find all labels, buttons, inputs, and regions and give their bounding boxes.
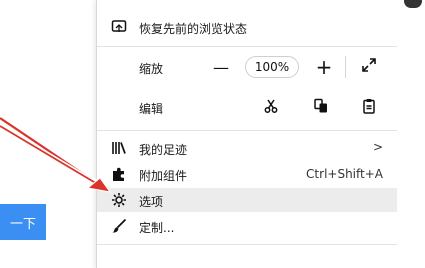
- app-menu-panel: 恢复先前的浏览状态 缩放 — 100% + 编辑 我的足迹 > 附加组件 Ctr…: [96, 0, 397, 268]
- copy-icon: [313, 98, 329, 118]
- menu-separator: [97, 244, 397, 245]
- library-label: 我的足迹: [139, 143, 188, 157]
- fullscreen-button[interactable]: [357, 55, 381, 79]
- zoom-label: 缩放: [139, 62, 164, 76]
- addons-label: 附加组件: [139, 169, 188, 183]
- restore-session-label: 恢复先前的浏览状态: [139, 22, 248, 36]
- menu-separator: [97, 130, 397, 131]
- submenu-chevron-icon: >: [372, 140, 383, 154]
- search-button-label: 一下: [9, 216, 36, 232]
- gear-icon: [111, 192, 127, 208]
- zoom-divider: [345, 56, 346, 78]
- fullscreen-icon: [361, 57, 377, 77]
- edit-label: 编辑: [139, 102, 164, 116]
- paintbrush-icon: [111, 218, 127, 234]
- cut-button[interactable]: [259, 96, 283, 120]
- puzzle-piece-icon: [111, 166, 127, 182]
- options-label: 选项: [139, 195, 164, 209]
- clipboard-icon: [361, 98, 377, 118]
- edit-row: 编辑: [97, 92, 397, 124]
- menu-separator: [97, 46, 397, 47]
- scissors-icon: [263, 98, 279, 118]
- menu-item-addons[interactable]: 附加组件 Ctrl+Shift+A: [97, 162, 397, 186]
- account-badge-icon[interactable]: [404, 0, 422, 8]
- library-icon: [111, 140, 127, 156]
- zoom-reset-button[interactable]: 100%: [245, 56, 299, 78]
- menu-item-customize[interactable]: 定制...: [97, 214, 397, 238]
- zoom-out-icon: —: [213, 57, 229, 77]
- zoom-out-button[interactable]: —: [209, 55, 233, 79]
- search-button[interactable]: 一下: [0, 204, 46, 240]
- customize-label: 定制...: [139, 221, 175, 235]
- zoom-in-button[interactable]: +: [312, 55, 336, 79]
- copy-button[interactable]: [309, 96, 333, 120]
- restore-session-item[interactable]: 恢复先前的浏览状态: [97, 14, 397, 40]
- menu-item-options[interactable]: 选项: [97, 188, 397, 212]
- addons-shortcut: Ctrl+Shift+A: [306, 167, 383, 181]
- zoom-value: 100%: [254, 60, 290, 74]
- menu-item-library[interactable]: 我的足迹 >: [97, 136, 397, 160]
- paste-button[interactable]: [357, 96, 381, 120]
- restore-session-icon: [111, 19, 127, 35]
- zoom-in-icon: +: [315, 55, 333, 79]
